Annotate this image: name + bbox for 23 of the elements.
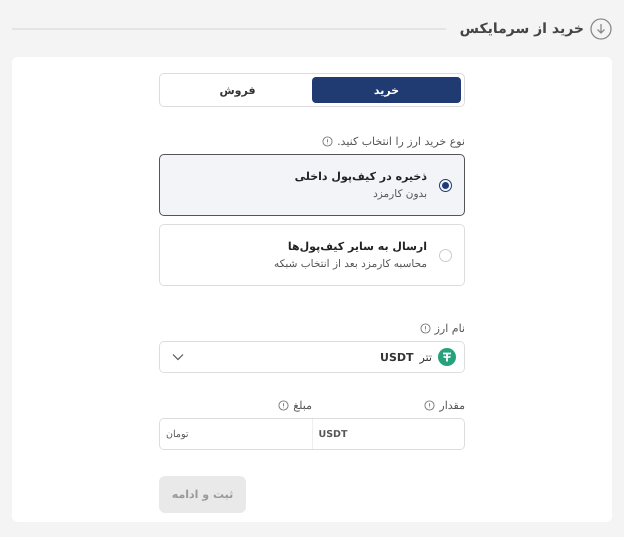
option-title: ارسال به سایر کیف‌پول‌ها	[286, 240, 427, 253]
info-icon	[322, 136, 334, 147]
option-description: محاسبه کارمزد بعد از انتخاب شبکه	[274, 258, 427, 270]
radio-button[interactable]	[439, 178, 452, 192]
option-card[interactable]: ارسال به سایر کیف‌پول‌ها محاسبه کارمزد بعد از انتخاب شبکه	[159, 224, 465, 286]
info-icon	[420, 323, 431, 334]
tab[interactable]: فروش	[163, 77, 312, 103]
tab[interactable]: خرید	[312, 77, 461, 103]
download-icon	[590, 18, 612, 40]
option-card[interactable]: ذخیره در کیف‌پول داخلی بدون کارمزد	[159, 154, 465, 216]
currency-symbol: USDT	[380, 350, 414, 364]
page-title: خرید از سرمایکس	[460, 21, 584, 37]
field-label: نام ارز	[434, 322, 465, 335]
info-icon	[278, 400, 290, 411]
currency-name: تتر	[420, 350, 432, 364]
info-icon	[424, 400, 436, 411]
coin-icon	[438, 348, 456, 366]
field-label: نوع خرید ارز را انتخاب کنید.	[337, 135, 465, 148]
option-description: بدون کارمزد	[372, 188, 427, 200]
field-label: مبلغ	[293, 399, 312, 412]
chevron-down-icon	[172, 353, 184, 361]
field-label: مقدار	[439, 399, 465, 412]
option-title: ذخیره در کیف‌پول داخلی	[294, 170, 427, 183]
